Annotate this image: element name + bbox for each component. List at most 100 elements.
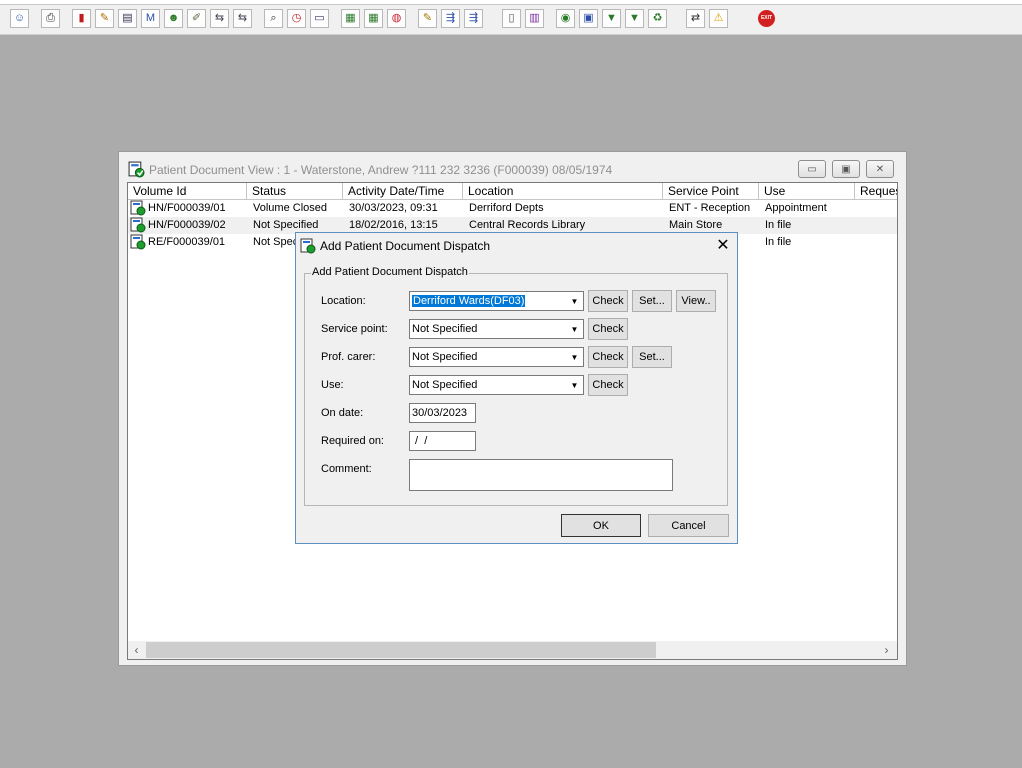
location-combo[interactable]: Derriford Wards(DF03) ▼ (409, 291, 584, 311)
maximize-button[interactable]: ▣ (832, 160, 860, 178)
refresh-button[interactable]: ♻ (648, 9, 667, 28)
document-pencil-button[interactable]: ✎ (95, 9, 114, 28)
patient-document-icon (130, 200, 146, 216)
window-title: Patient Document View : 1 - Waterstone, … (149, 163, 613, 177)
warning-button[interactable]: ⚠ (709, 9, 728, 28)
column-header-use[interactable]: Use (759, 183, 855, 200)
column-header-status[interactable]: Status (247, 183, 343, 200)
dialog-title: Add Patient Document Dispatch (320, 239, 491, 253)
print-button[interactable]: ⎙ (41, 9, 60, 28)
green-arrow-button[interactable]: ▼ (625, 9, 644, 28)
main-toolbar: ☺ ⎙ ▮ ✎ ▤ M ☻ ✐ ⇆ ⇆ ⌕ ◷ ▭ ▦ ▦ ◍ ✎ ⇶ ⇶ ▯ ▥ ◉ ▣ ▼ ▼ ♻ ⇄ ⚠ EXIT (0, 0, 1022, 35)
cell-use: In file (765, 219, 792, 231)
close-window-button[interactable]: ✕ (866, 160, 894, 178)
person-icon: ☺ (13, 12, 26, 24)
service-point-check-button[interactable]: Check (588, 318, 628, 340)
report-button[interactable]: ▦ (341, 9, 360, 28)
notes-button[interactable]: ✐ (187, 9, 206, 28)
report-icon: ▦ (345, 12, 356, 24)
inbox-button[interactable]: ▣ (579, 9, 598, 28)
blank-document-button[interactable]: ▯ (502, 9, 521, 28)
prof-carer-check-button[interactable]: Check (588, 346, 628, 368)
service-point-combo[interactable]: Not Specified ▼ (409, 319, 584, 339)
globe-button[interactable]: ◉ (556, 9, 575, 28)
ok-button[interactable]: OK (561, 514, 641, 537)
search-document-button[interactable]: ⌕ (264, 9, 283, 28)
cancel-button[interactable]: Cancel (648, 514, 729, 537)
clock-button[interactable]: ◷ (287, 9, 306, 28)
location-check-button[interactable]: Check (588, 290, 628, 312)
chevron-down-icon[interactable]: ▼ (566, 376, 583, 394)
prof-carer-label: Prof. carer: (321, 351, 376, 363)
use-combo[interactable]: Not Specified ▼ (409, 375, 584, 395)
table-row[interactable]: HN/F000039/01 Volume Closed 30/03/2023, 09… (128, 200, 897, 217)
use-check-button[interactable]: Check (588, 374, 628, 396)
required-on-field[interactable]: / / (409, 431, 476, 451)
location-view-button[interactable]: View.. (676, 290, 716, 312)
service-point-value: Not Specified (412, 323, 478, 335)
blank-document-icon: ▯ (508, 12, 515, 24)
yellow-notes-button[interactable]: ✎ (418, 9, 437, 28)
use-value: Not Specified (412, 379, 478, 391)
column-header-activity[interactable]: Activity Date/Time (343, 183, 463, 200)
horizontal-scrollbar[interactable]: ‹ › (128, 641, 897, 659)
scroll-right-icon[interactable]: › (878, 642, 895, 658)
minimize-icon: ▭ (807, 163, 817, 175)
add-dispatch-dialog: Add Patient Document Dispatch ✕ Add Pati… (295, 232, 738, 544)
column-header-service-point[interactable]: Service Point (663, 183, 759, 200)
column-header-volume-id[interactable]: Volume Id (128, 183, 247, 200)
on-date-field[interactable]: 30/03/2023 (409, 403, 476, 423)
ambulance-person-button[interactable]: ⇶ (464, 9, 483, 28)
location-value: Derriford Wards(DF03) (412, 295, 526, 307)
window-titlebar[interactable]: Patient Document View : 1 - Waterstone, … (119, 152, 906, 182)
stretcher-alt-button[interactable]: ⇆ (233, 9, 252, 28)
scroll-left-icon[interactable]: ‹ (128, 642, 145, 658)
patient-document-dialog-icon (300, 238, 316, 254)
cell-location: Derriford Depts (469, 202, 544, 214)
maximize-icon: ▣ (841, 163, 851, 175)
patient-document-icon (130, 217, 146, 233)
green-arrow-icon: ▼ (629, 12, 640, 24)
chevron-down-icon[interactable]: ▼ (566, 292, 583, 310)
chevron-down-icon[interactable]: ▼ (566, 348, 583, 366)
book-red-button[interactable]: ▮ (72, 9, 91, 28)
stretcher-button[interactable]: ⇆ (210, 9, 229, 28)
scan-button[interactable]: ▤ (118, 9, 137, 28)
patient-document-app-icon (128, 161, 145, 178)
download-button[interactable]: ▼ (602, 9, 621, 28)
cell-activity: 18/02/2016, 13:15 (349, 219, 438, 231)
comment-field[interactable] (409, 459, 673, 491)
monitor-button[interactable]: ▭ (310, 9, 329, 28)
mail-m-button[interactable]: M (141, 9, 160, 28)
refresh-icon: ♻ (652, 12, 663, 24)
location-set-button[interactable]: Set... (632, 290, 672, 312)
cell-location: Central Records Library (469, 219, 586, 231)
bar-chart-button[interactable]: ▥ (525, 9, 544, 28)
person-button[interactable]: ☺ (10, 9, 29, 28)
mail-m-icon: M (145, 12, 156, 24)
search-document-icon: ⌕ (270, 12, 277, 24)
doctor-button[interactable]: ☻ (164, 9, 183, 28)
prof-carer-combo[interactable]: Not Specified ▼ (409, 347, 584, 367)
cell-activity: 30/03/2023, 09:31 (349, 202, 438, 214)
prof-carer-set-button[interactable]: Set... (632, 346, 672, 368)
transfer-button[interactable]: ⇄ (686, 9, 705, 28)
monitor-icon: ▭ (314, 12, 325, 24)
dialog-close-button[interactable]: ✕ (713, 236, 733, 254)
column-header-location[interactable]: Location (463, 183, 663, 200)
ambulance-button[interactable]: ⇶ (441, 9, 460, 28)
report-alt-button[interactable]: ▦ (364, 9, 383, 28)
chart-circle-button[interactable]: ◍ (387, 9, 406, 28)
cell-volume-id: HN/F000039/01 (148, 202, 226, 214)
chevron-down-icon[interactable]: ▼ (566, 320, 583, 338)
scrollbar-thumb[interactable] (146, 642, 656, 658)
cell-service-point: ENT - Reception (669, 202, 751, 214)
minimize-button[interactable]: ▭ (798, 160, 826, 178)
cell-use: In file (765, 236, 792, 248)
exit-button[interactable]: EXIT (757, 9, 776, 28)
use-label: Use: (321, 379, 344, 391)
ambulance-icon: ⇶ (445, 12, 456, 24)
column-header-requested[interactable]: Reques (855, 183, 897, 200)
chart-circle-icon: ◍ (391, 12, 402, 24)
required-on-label: Required on: (321, 435, 384, 447)
